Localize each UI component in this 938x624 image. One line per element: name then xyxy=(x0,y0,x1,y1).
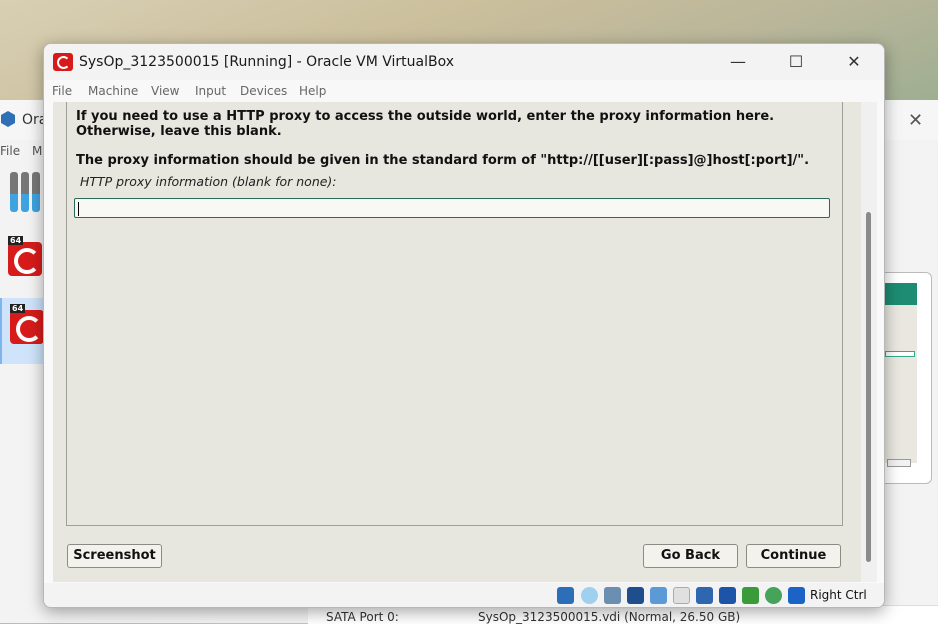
storage-key: SATA Port 0: xyxy=(326,610,399,624)
scrollbar-thumb[interactable] xyxy=(866,212,871,562)
manager-close-icon[interactable]: ✕ xyxy=(908,110,923,131)
vm-window: SysOp_3123500015 [Running] - Oracle VM V… xyxy=(43,43,885,608)
menu-file[interactable]: File xyxy=(52,84,72,98)
vm-statusbar: Right Ctrl xyxy=(44,583,884,607)
screenshot-button[interactable]: Screenshot xyxy=(67,544,162,568)
proxy-input[interactable] xyxy=(74,198,830,218)
arch-badge: 64 xyxy=(10,304,26,313)
tools-icon[interactable] xyxy=(8,172,44,214)
installer-panel: If you need to use a HTTP proxy to acces… xyxy=(66,102,843,526)
vm-os-icon xyxy=(53,53,73,71)
hard-disk-icon[interactable] xyxy=(557,587,574,604)
vm-menubar: File Machine View Input Devices Help xyxy=(44,80,884,102)
guest-screen: If you need to use a HTTP proxy to acces… xyxy=(53,102,863,582)
vm-list: 64 64 xyxy=(0,230,46,370)
mouse-integration-icon[interactable] xyxy=(765,587,782,604)
debian-os-icon xyxy=(8,242,42,276)
cpu-icon[interactable] xyxy=(742,587,759,604)
shared-folder-icon[interactable] xyxy=(673,587,690,604)
manager-menu-machine[interactable]: M xyxy=(32,144,42,158)
network-icon[interactable] xyxy=(627,587,644,604)
display-icon[interactable] xyxy=(696,587,713,604)
vertical-scrollbar[interactable] xyxy=(861,102,877,582)
menu-input[interactable]: Input xyxy=(195,84,226,98)
vm-list-item[interactable]: 64 xyxy=(0,230,44,296)
menu-help[interactable]: Help xyxy=(299,84,326,98)
audio-icon[interactable] xyxy=(604,587,621,604)
close-button[interactable]: ✕ xyxy=(825,44,883,80)
maximize-button[interactable]: ☐ xyxy=(767,44,825,80)
virtualbox-logo-icon xyxy=(0,110,16,128)
menu-devices[interactable]: Devices xyxy=(240,84,287,98)
recording-icon[interactable] xyxy=(719,587,736,604)
proxy-format-hint: The proxy information should be given in… xyxy=(76,153,810,168)
vm-titlebar: SysOp_3123500015 [Running] - Oracle VM V… xyxy=(44,44,884,80)
continue-button[interactable]: Continue xyxy=(746,544,841,568)
optical-drive-icon[interactable] xyxy=(581,587,598,604)
storage-value: SysOp_3123500015.vdi (Normal, 26.50 GB) xyxy=(478,610,741,624)
keyboard-icon[interactable] xyxy=(788,587,805,604)
go-back-button[interactable]: Go Back xyxy=(643,544,738,568)
proxy-field-label: HTTP proxy information (blank for none): xyxy=(80,174,337,189)
arch-badge: 64 xyxy=(8,236,24,245)
manager-menu-file[interactable]: File xyxy=(0,144,20,158)
minimize-button[interactable]: — xyxy=(709,44,767,80)
menu-machine[interactable]: Machine xyxy=(88,84,138,98)
text-caret xyxy=(78,202,79,216)
host-key-label: Right Ctrl xyxy=(810,588,867,602)
proxy-instructions: If you need to use a HTTP proxy to acces… xyxy=(76,109,775,139)
vm-list-item-selected[interactable]: 64 xyxy=(0,298,46,364)
window-title: SysOp_3123500015 [Running] - Oracle VM V… xyxy=(79,54,455,70)
debian-os-icon xyxy=(10,310,44,344)
usb-icon[interactable] xyxy=(650,587,667,604)
menu-view[interactable]: View xyxy=(151,84,179,98)
